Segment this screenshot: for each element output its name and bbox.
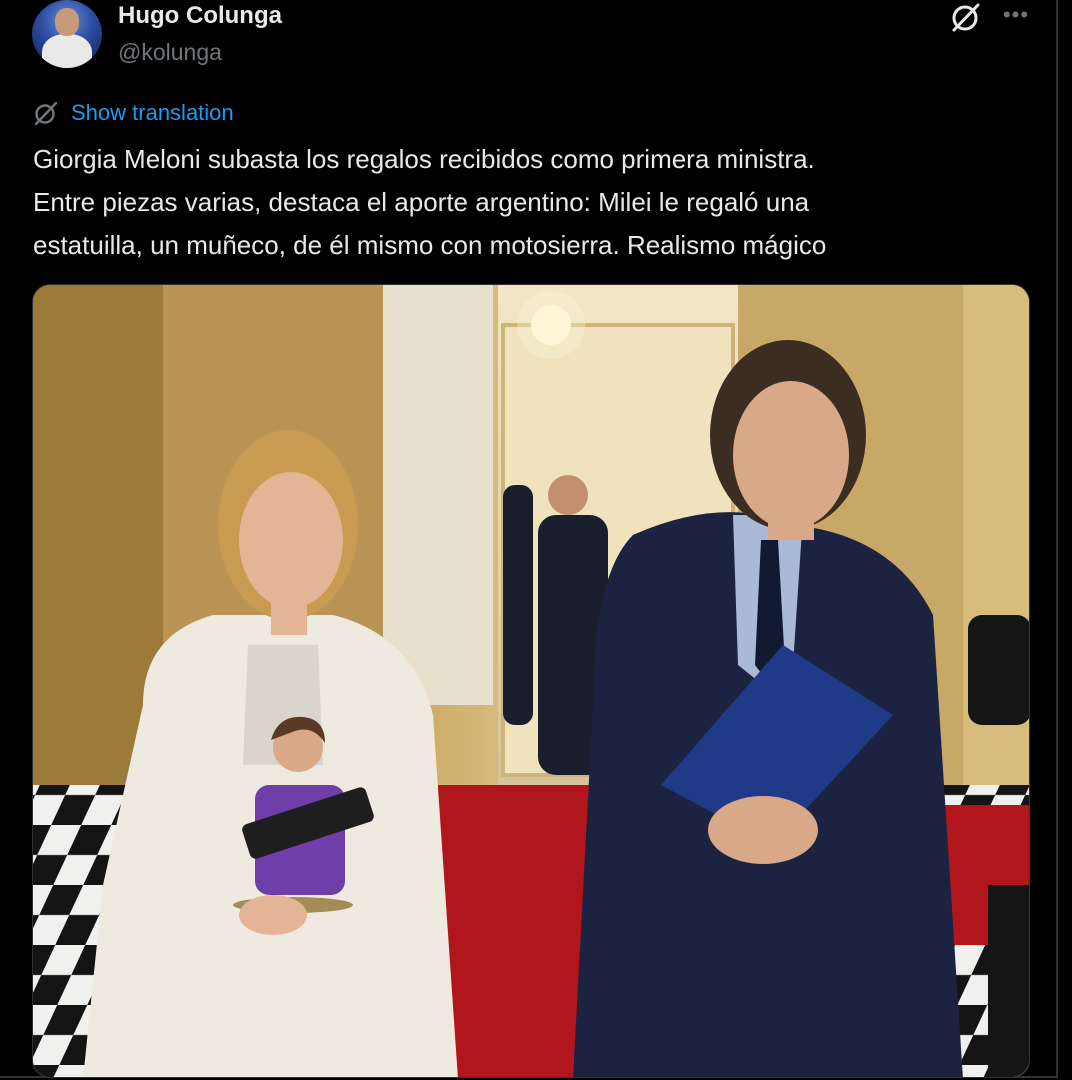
photo-illustration <box>33 285 1029 1077</box>
tweet-text-line: Entre piezas varias, destaca el aporte a… <box>33 187 810 217</box>
grok-icon[interactable] <box>950 1 982 33</box>
avatar[interactable] <box>32 0 102 68</box>
tweet-text: Giorgia Meloni subasta los regalos recib… <box>33 138 1033 267</box>
tweet-container: Hugo Colunga @kolunga ••• Show translati… <box>0 0 1058 1078</box>
more-icon[interactable]: ••• <box>1001 0 1031 30</box>
author-handle[interactable]: @kolunga <box>118 38 222 66</box>
tweet-text-line: estatuilla, un muñeco, de él mismo con m… <box>33 230 827 260</box>
tweet-photo[interactable] <box>32 284 1030 1078</box>
translate-icon <box>34 101 58 126</box>
translation-row[interactable]: Show translation <box>33 99 234 127</box>
show-translation-link[interactable]: Show translation <box>71 99 234 127</box>
tweet-text-line: Giorgia Meloni subasta los regalos recib… <box>33 144 815 174</box>
author-name[interactable]: Hugo Colunga <box>118 2 282 30</box>
